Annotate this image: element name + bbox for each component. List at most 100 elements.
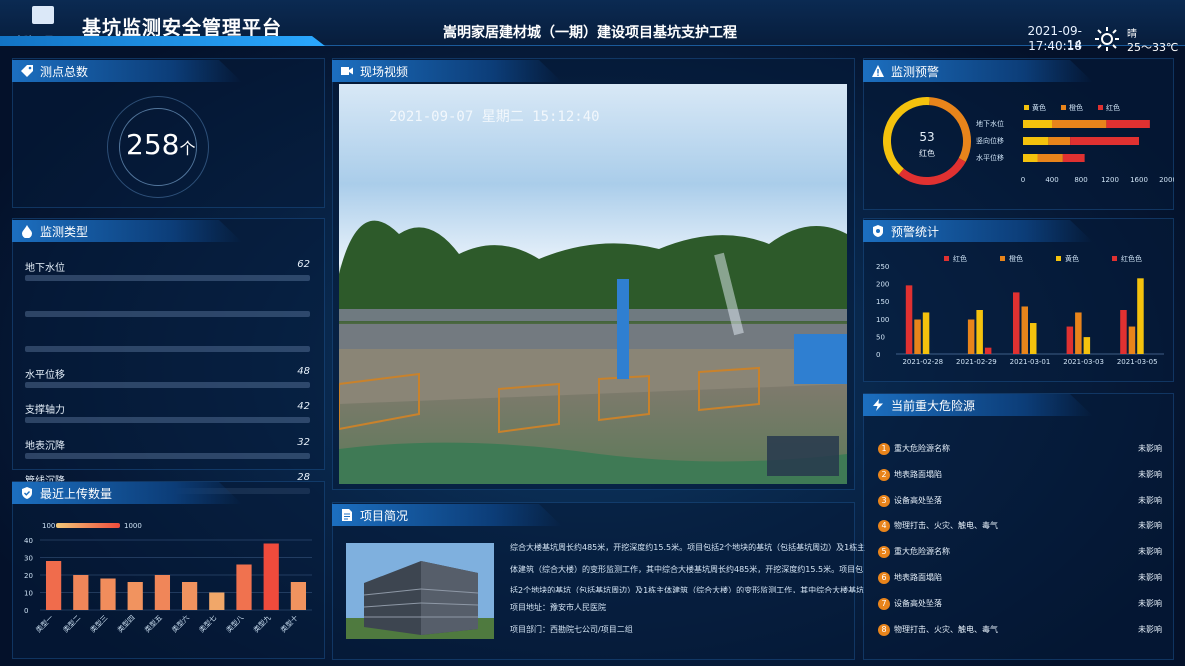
hazard-name: 地表路面塌陷 (894, 573, 942, 582)
hazard-item: 2 地表路面塌陷 未影响 (878, 467, 1162, 485)
upload-bar (236, 564, 252, 610)
stats-y-tick: 250 (876, 263, 889, 271)
stats-legend-label: 红色 (953, 254, 967, 263)
warning-bar-segment (1023, 120, 1052, 128)
warning-category-label: 地下水位 (976, 119, 1004, 128)
type-label: 地表沉降 (25, 440, 65, 452)
drop-icon (22, 225, 32, 238)
type-value: 48 (297, 365, 310, 377)
upload-bar (209, 592, 225, 610)
warning-x-tick: 1200 (1101, 176, 1119, 184)
upload-legend-gradient (56, 523, 120, 528)
upload-bar (127, 582, 143, 610)
upload-y-tick: 30 (24, 555, 33, 563)
stats-legend-label: 红色色 (1121, 254, 1142, 263)
upload-y-tick: 20 (24, 572, 33, 580)
warning-legend-label: 黄色 (1032, 103, 1046, 112)
warning-category-label: 水平位移 (976, 153, 1004, 162)
stats-legend-swatch (944, 256, 949, 261)
upload-legend-max: 1000 (124, 522, 142, 530)
live-video-feed[interactable]: 2021-09-07 星期二 15:12:40 (339, 84, 847, 484)
stats-bar (967, 319, 975, 354)
upload-bar (154, 575, 171, 610)
upload-bar (100, 578, 116, 610)
stats-panel-title: 预警统计 (891, 225, 940, 239)
hazard-number: 8 (878, 623, 890, 636)
hazard-name: 物理打击、火灾、触电、毒气 (894, 624, 998, 634)
upload-legend-min: 100 (42, 522, 55, 530)
donut-label: 红色 (919, 149, 935, 158)
hazard-number: 2 (878, 468, 890, 481)
upload-bar (263, 543, 279, 610)
overview-text-line-1: 综合大楼基坑周长约485米，开挖深度约15.5米。项目包括2个地块的基坑（包括基… (510, 543, 866, 552)
hazards-panel-title: 当前重大危险源 (891, 399, 976, 413)
type-bar (25, 452, 310, 459)
type-row: 地表沉降 32 (25, 437, 310, 467)
project-address-value: 豫安市人民医院 (550, 603, 606, 612)
stats-bar (1021, 306, 1028, 354)
stats-legend-swatch (1112, 256, 1117, 261)
upload-x-label: 类型九 (251, 613, 272, 634)
tag-icon (21, 65, 33, 77)
title-decoration (0, 36, 325, 46)
warning-legend-swatch (1061, 105, 1066, 110)
points-total-value: 258 (126, 128, 180, 161)
types-panel-header: 监测类型 (12, 220, 242, 242)
hazard-status: 未影响 (1138, 521, 1162, 531)
project-building-photo (346, 543, 494, 639)
hazard-status: 未影响 (1138, 547, 1162, 557)
hazard-number: 3 (878, 494, 890, 507)
warning-x-tick: 400 (1045, 176, 1058, 184)
type-value: 62 (297, 259, 310, 270)
upload-bar (181, 582, 198, 610)
video-camera-icon (341, 67, 353, 75)
upload-x-label: 类型六 (170, 613, 191, 634)
project-address: 项目地址：豫安市人民医院 (510, 602, 606, 613)
type-row: 支撑轴力 42 (25, 401, 310, 431)
stats-panel-header: 预警统计 (863, 220, 1093, 242)
stats-y-tick: 200 (876, 281, 889, 289)
temperature-range: 25～33℃ (1127, 41, 1179, 54)
stats-y-tick: 100 (876, 316, 889, 324)
hazard-item: 1 重大危险源名称 未影响 (878, 441, 1162, 459)
overview-text-line-3: 括2个地块的基坑（包括基坑周边）及1栋主体建筑（综合大楼）的变形监测工作，其中综… (510, 586, 865, 593)
type-value: 32 (297, 436, 310, 448)
warning-panel-header: 监测预警 (863, 60, 1093, 82)
stats-bar-chart: 红色 橙色 黄色 红色色 0 50 100 150 200 250 2021-02-28 2021-0… (876, 254, 1164, 366)
stats-bar (1013, 292, 1020, 354)
points-total: 258个 (126, 128, 195, 161)
upload-x-label: 类型十 (279, 613, 300, 634)
app-title: 基坑监测安全管理平台 (82, 17, 283, 39)
upload-x-label: 类型三 (88, 613, 109, 634)
hazard-name: 重大危险源名称 (894, 444, 950, 453)
warning-bar-segment (1070, 137, 1139, 145)
hazard-number: 1 (878, 443, 890, 455)
type-bar (25, 310, 310, 317)
stats-bar (976, 310, 983, 354)
hazard-status: 未影响 (1138, 444, 1162, 453)
warning-category-label: 竖向位移 (976, 136, 1004, 145)
video-panel-header: 现场视频 (332, 60, 562, 82)
hazard-item: 4 物理打击、火灾、触电、毒气 未影响 (878, 518, 1162, 536)
type-label: 支撑轴力 (25, 405, 65, 416)
warning-bar-segment (1037, 154, 1063, 162)
warning-panel-title: 监测预警 (891, 65, 940, 79)
warning-x-tick: 2000 (1159, 176, 1174, 184)
hazard-item: 3 设备高处坠落 未影响 (878, 493, 1162, 511)
hazard-status: 未影响 (1138, 469, 1162, 479)
stats-y-tick: 50 (876, 333, 885, 341)
type-bar (25, 381, 310, 388)
points-panel-title: 测点总数 (40, 65, 89, 79)
document-icon (342, 509, 352, 521)
hazard-item: 8 物理打击、火灾、触电、毒气 未影响 (878, 622, 1162, 640)
type-row (25, 330, 310, 360)
hazard-name: 物理打击、火灾、触电、毒气 (894, 521, 998, 531)
type-row: 地下水位 62 (25, 259, 310, 289)
type-bar (25, 346, 310, 352)
warning-legend-label: 红色 (1106, 103, 1120, 112)
shield-check-icon (22, 487, 32, 499)
type-value: 42 (297, 401, 310, 412)
hazard-number: 5 (878, 546, 890, 559)
project-department: 项目部门：西勘院七公司/项目二组 (510, 624, 633, 635)
warning-legend-label: 橙色 (1069, 103, 1083, 112)
